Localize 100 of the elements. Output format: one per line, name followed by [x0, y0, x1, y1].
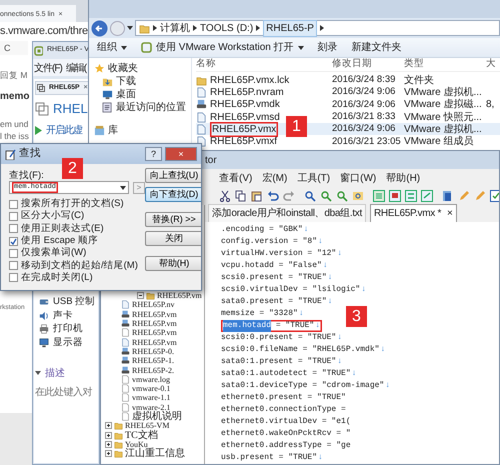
tree-item[interactable]: vmware.log — [132, 374, 170, 384]
column-header[interactable]: 大 — [486, 58, 496, 70]
menu-item[interactable]: 窗口(W) — [340, 171, 376, 187]
tree-item[interactable]: TC文档 — [125, 430, 158, 440]
bookmark-item[interactable]: C — [4, 43, 10, 53]
search-icon[interactable] — [304, 190, 316, 202]
device-item[interactable]: 打印机 — [53, 322, 83, 337]
document-tab[interactable]: RHEL65P.vmx * × — [370, 204, 457, 222]
section-heading[interactable]: 描述 — [45, 366, 65, 381]
option-label[interactable]: 使用正则表达式(E) — [21, 222, 104, 236]
dialog-button[interactable]: 帮助(H) — [145, 256, 201, 271]
close-icon[interactable]: × — [447, 206, 453, 221]
description-field[interactable]: 在此处键入对 — [35, 384, 98, 400]
copy-icon[interactable] — [235, 190, 247, 202]
vm-action-link[interactable]: 开启此虚 — [46, 122, 82, 138]
device-item[interactable]: USB 控制 — [53, 295, 96, 310]
dialog-button[interactable]: 向上查找(U) — [145, 168, 201, 183]
tree-item[interactable]: RHEL65P.vm — [132, 328, 177, 338]
page-icon[interactable] — [442, 190, 454, 202]
checkbox[interactable] — [9, 261, 18, 270]
dialog-button[interactable]: 向下查找(D) — [145, 187, 201, 202]
tree-item[interactable]: 虚拟机说明 — [132, 412, 182, 421]
tree-item[interactable]: vmware-0.1 — [132, 384, 170, 394]
toolbar-button[interactable]: 新建文件夹 — [352, 40, 402, 55]
cut-icon[interactable] — [219, 190, 231, 202]
file-row[interactable]: RHEL65P.nvram 2016/3/24 9:06 VMware 虚拟机... — [196, 86, 500, 99]
nav-item[interactable]: 库 — [108, 123, 118, 138]
checkbox[interactable] — [9, 236, 18, 246]
nav-item[interactable]: 最近访问的位置 — [116, 100, 186, 115]
redo-icon[interactable] — [283, 190, 295, 202]
code-line: usb.present = "TRUE" — [221, 452, 318, 464]
option-label[interactable]: 使用 Escape 顺序 — [21, 234, 98, 248]
list-icon[interactable] — [373, 190, 385, 202]
help-button[interactable]: ? — [144, 147, 162, 161]
menu-item[interactable]: 工具(T) — [297, 171, 330, 187]
notepad-icon — [5, 148, 16, 160]
expand-toggle-icon[interactable] — [105, 422, 112, 430]
device-item[interactable]: 声卡 — [53, 308, 73, 324]
toolbar-button[interactable]: 使用 VMware Workstation 打开 — [141, 40, 304, 55]
toolbar-button[interactable]: 组织 — [97, 40, 127, 55]
checkbox-icon[interactable] — [490, 190, 499, 202]
option-label[interactable]: 区分大小写(C) — [21, 209, 84, 224]
option-label[interactable]: 搜索所有打开的文档(S) — [21, 197, 124, 212]
dialog-button[interactable]: 关闭 — [145, 231, 201, 246]
search-icon[interactable] — [320, 190, 332, 202]
option-label[interactable]: 在完成时关闭(L) — [21, 270, 93, 286]
toolbar-button[interactable]: 刻录 — [318, 40, 338, 55]
window-icon[interactable] — [389, 190, 401, 202]
search-icon[interactable] — [336, 190, 348, 202]
menu-item[interactable]: 文件(F) — [34, 61, 62, 74]
menu-item[interactable]: 宏(M) — [262, 171, 288, 187]
tree-item[interactable]: vmware-1.1 — [132, 393, 170, 402]
article-text: em und — [0, 119, 30, 130]
file-type: VMware 组成员 — [404, 134, 474, 150]
nav-item[interactable]: 收藏夹 — [108, 61, 138, 76]
close-button[interactable]: × — [165, 147, 197, 161]
tree-item[interactable]: RHEL65P-2. — [132, 366, 174, 375]
address-bar[interactable]: s.vmware.com/thre — [0, 22, 86, 41]
option-label[interactable]: 仅搜索单词(W) — [21, 246, 86, 260]
file-row[interactable]: RHEL65P.vmdk 2016/3/24 9:06 VMware 虚拟磁... 8, — [196, 98, 500, 111]
column-header[interactable]: 类型 — [404, 58, 424, 70]
checkbox[interactable] — [9, 273, 18, 282]
column-header[interactable]: 修改日期 — [332, 58, 372, 70]
menu-item[interactable]: 编辑( — [66, 61, 86, 74]
tree-item[interactable]: RHEL65P.vm — [132, 319, 177, 328]
tree-item[interactable]: RHEL65-VM — [125, 421, 170, 430]
dialog-button[interactable]: 替换(R) >> — [145, 212, 201, 227]
paste-icon[interactable] — [251, 190, 263, 202]
tree-item[interactable]: RHEL65P.vm — [132, 310, 177, 319]
expand-toggle-icon[interactable] — [105, 432, 112, 439]
device-item[interactable]: 显示器 — [53, 336, 83, 350]
expand-toggle-icon[interactable] — [105, 440, 112, 448]
tree-item[interactable]: RHEL65P-1. — [132, 356, 174, 366]
expand-toggle-icon[interactable] — [105, 450, 112, 458]
tree-item[interactable]: vmware-2.1 — [132, 402, 170, 412]
window-icon[interactable] — [421, 190, 433, 202]
tree-item[interactable]: RHEL65P.vm — [157, 291, 202, 300]
tree-item[interactable]: 江山重工信息 — [125, 449, 185, 458]
find-in-files-icon[interactable] — [352, 190, 364, 202]
checkbox[interactable] — [9, 248, 18, 258]
option-label[interactable]: 移动到文档的起始/结尾(M) — [21, 258, 138, 273]
tree-item[interactable]: YouKu — [125, 440, 148, 449]
tree-item[interactable]: RHEL65P-0. — [132, 346, 174, 356]
nav-item[interactable]: 桌面 — [116, 87, 136, 102]
tree-item[interactable]: RHEL65P.vm — [132, 338, 177, 347]
document-tab[interactable]: 添加oracle用户和oinstall、dba组.txt — [208, 204, 366, 222]
menu-item[interactable]: 帮助(H) — [386, 171, 420, 187]
file-row[interactable]: RHEL65P.vmx.lck 2016/3/24 8:39 文件夹 — [196, 74, 500, 86]
checkbox[interactable] — [9, 212, 18, 221]
column-header[interactable]: 名称 — [196, 57, 216, 72]
nav-item[interactable]: 下载 — [116, 74, 136, 89]
monitor-icon — [39, 338, 49, 348]
address-bar[interactable]: 计算机 TOOLS (D:) RHEL65-P — [135, 20, 500, 36]
undo-icon[interactable] — [267, 190, 279, 202]
checkbox[interactable] — [9, 224, 18, 234]
checkbox[interactable] — [9, 200, 18, 209]
menu-item[interactable]: 查看(V) — [219, 171, 252, 187]
collapse-toggle-icon[interactable] — [137, 292, 144, 300]
tree-item[interactable]: RHEL65P.nv — [132, 300, 174, 310]
back-button[interactable] — [91, 20, 108, 36]
